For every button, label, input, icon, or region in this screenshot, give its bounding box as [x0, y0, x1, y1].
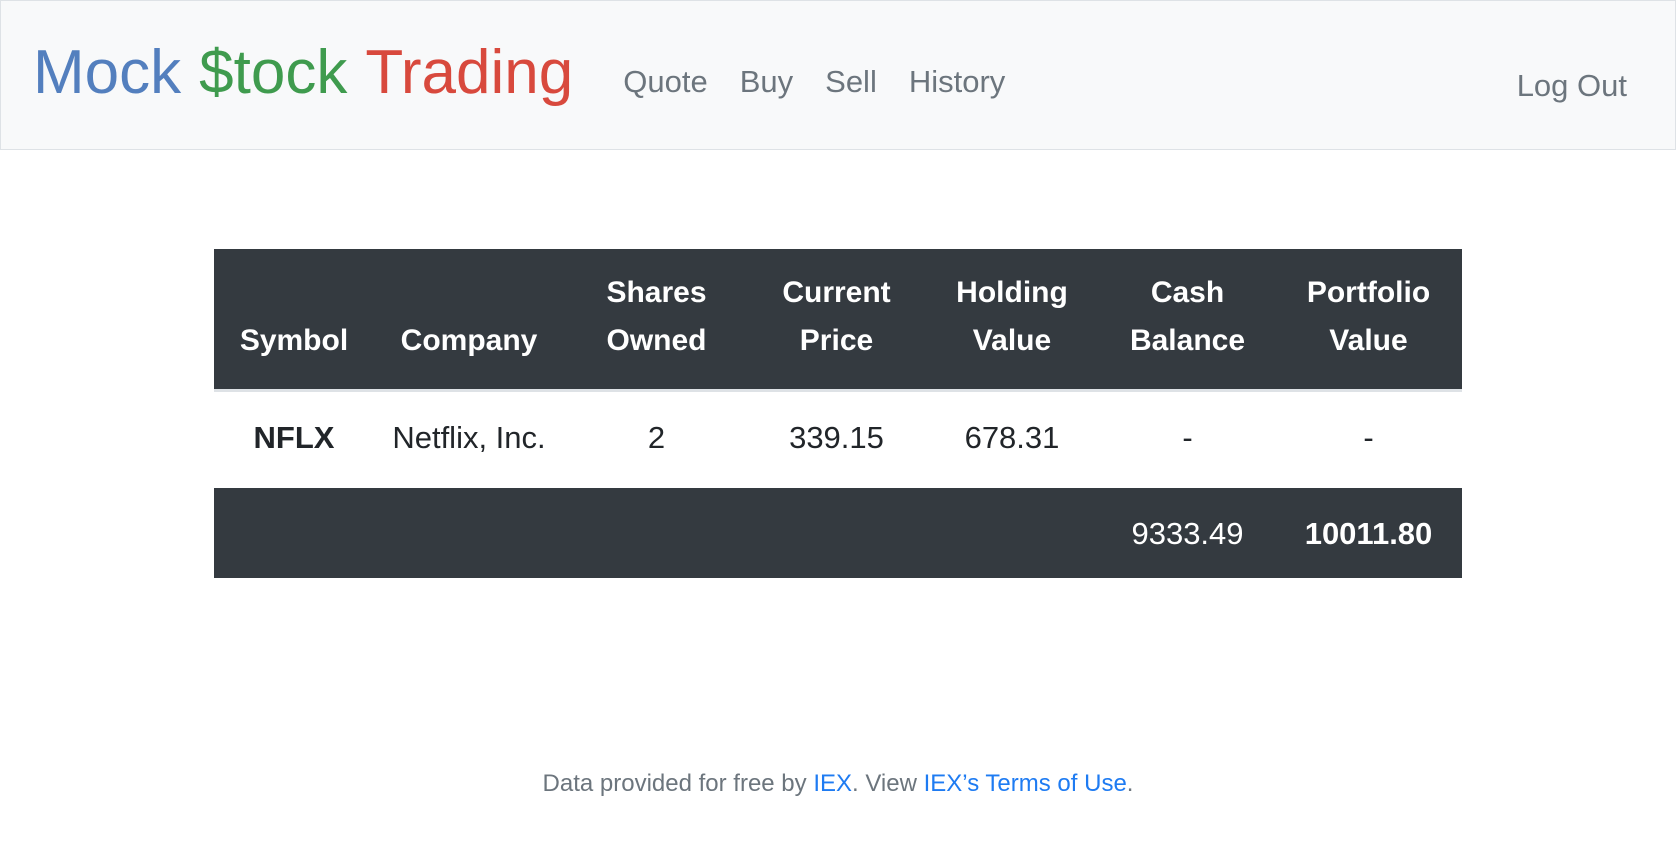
table-footer: 9333.49 10011.80	[214, 488, 1462, 578]
brand-part-mock: Mock	[33, 38, 182, 107]
nav-item-sell[interactable]: Sell	[825, 64, 877, 100]
brand-logo[interactable]: Mock $tock Trading	[33, 42, 573, 104]
table-row: NFLX Netflix, Inc. 2 339.15 678.31 - -	[214, 391, 1462, 489]
footer-portfolio-value: 10011.80	[1275, 488, 1462, 578]
portfolio-table: Symbol Company Shares Owned Current Price …	[214, 249, 1462, 578]
footer-cash-balance: 9333.49	[1100, 488, 1275, 578]
footer-text-middle: . View	[852, 770, 924, 797]
brand-part-stock: $tock	[199, 38, 348, 107]
top-navbar: Mock $tock Trading Quote Buy Sell Histor…	[0, 0, 1676, 150]
page-footer: Data provided for free by IEX. View IEX’…	[0, 770, 1676, 798]
table-header: Symbol Company Shares Owned Current Price …	[214, 249, 1462, 392]
logout-link[interactable]: Log Out	[1517, 68, 1627, 104]
header-holding-value: Holding Value	[924, 249, 1100, 392]
footer-spacer	[214, 488, 1100, 578]
header-company: Company	[374, 249, 564, 392]
footer-text-end: .	[1126, 770, 1134, 797]
header-shares-owned: Shares Owned	[564, 249, 749, 392]
nav-item-quote[interactable]: Quote	[623, 64, 707, 100]
nav-item-buy[interactable]: Buy	[740, 64, 793, 100]
cell-shares: 2	[647, 420, 666, 455]
footer-text: Data provided for free by	[542, 770, 814, 797]
header-portfolio-value: Portfolio Value	[1275, 249, 1462, 392]
iex-terms-link[interactable]: IEX’s Terms of Use	[924, 770, 1127, 797]
cell-price: 339.15	[789, 420, 884, 455]
brand-part-trading: Trading	[365, 38, 574, 107]
cell-symbol: NFLX	[253, 420, 335, 455]
cell-holding: 678.31	[964, 420, 1060, 455]
nav-links: Quote Buy Sell History	[623, 64, 1005, 100]
cell-company: Netflix, Inc.	[392, 420, 546, 455]
cell-cash: -	[1182, 420, 1193, 455]
cell-portfolio: -	[1363, 420, 1374, 455]
iex-link[interactable]: IEX	[813, 770, 852, 797]
header-cash-balance: Cash Balance	[1100, 249, 1275, 392]
nav-item-history[interactable]: History	[909, 64, 1005, 100]
header-symbol: Symbol	[214, 249, 374, 392]
header-current-price: Current Price	[749, 249, 924, 392]
portfolio-table-wrapper: Symbol Company Shares Owned Current Price …	[214, 249, 1462, 578]
